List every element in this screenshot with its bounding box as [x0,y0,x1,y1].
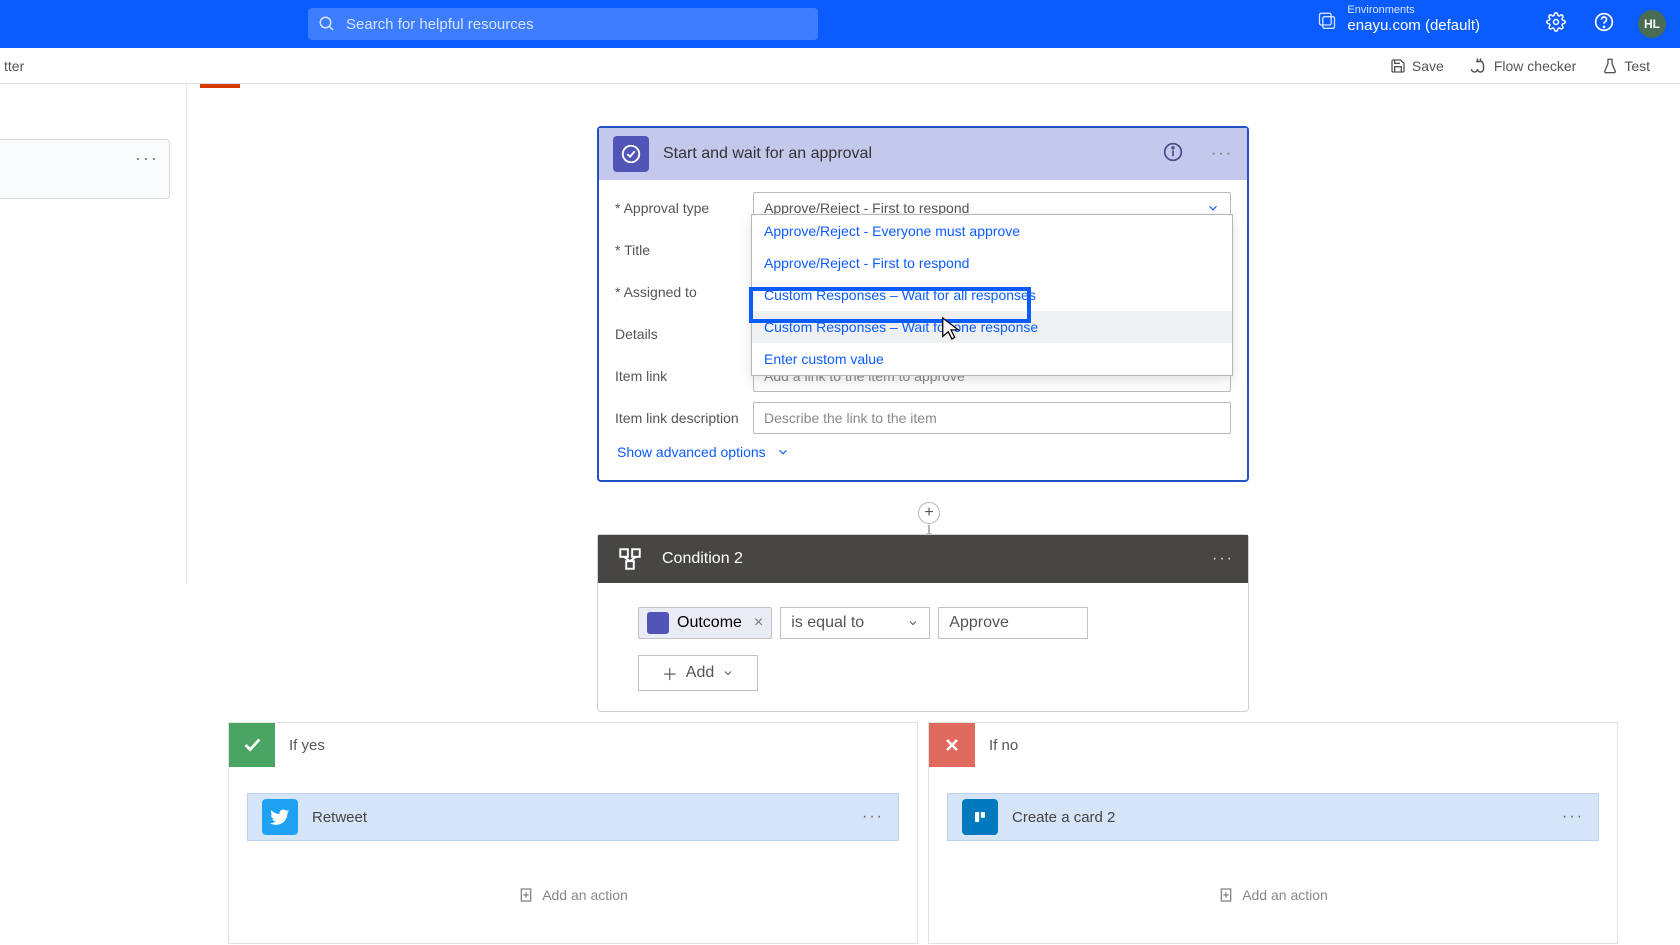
avatar[interactable]: HL [1638,10,1666,38]
approval-header[interactable]: Start and wait for an approval ··· [599,128,1247,180]
suite-bar: Environments enayu.com (default) HL [0,0,1680,48]
search-input[interactable] [346,16,818,33]
more-icon[interactable]: ··· [135,148,159,169]
if-yes-header[interactable]: If yes [229,723,917,767]
add-label: Add [686,664,714,682]
test-label: Test [1624,58,1650,74]
designer-canvas[interactable]: ··· Start and wait for an approval ··· A… [0,84,1680,945]
condition-card: Condition 2 ··· Outcome × is equal to Ap… [597,534,1249,712]
save-label: Save [1412,58,1444,74]
close-icon [929,723,975,767]
assigned-to-label: Assigned to [615,284,697,300]
if-yes-branch: If yes Retweet ··· Add an action [228,722,918,944]
retweet-action-card[interactable]: Retweet ··· [247,793,899,841]
divider [186,84,187,584]
create-card-action-card[interactable]: Create a card 2 ··· [947,793,1599,841]
search-box[interactable] [308,8,818,40]
environment-label: Environments [1347,4,1480,17]
beaker-icon [1602,58,1618,74]
add-action-label: Add an action [542,887,628,903]
gear-icon[interactable] [1546,12,1566,32]
flow-checker-label: Flow checker [1494,58,1576,74]
save-button[interactable]: Save [1390,57,1444,75]
dropdown-option[interactable]: Approve/Reject - First to respond [752,247,1232,279]
show-advanced-label: Show advanced options [617,444,766,460]
connector: + ↓ [918,502,940,536]
condition-header[interactable]: Condition 2 ··· [598,535,1248,583]
selected-tab-indicator [200,84,240,88]
more-icon[interactable]: ··· [1211,145,1233,163]
add-action-button[interactable]: Add an action [947,887,1599,903]
approvals-icon [613,136,649,172]
chevron-down-icon [776,445,790,459]
condition-icon [612,541,648,577]
info-icon[interactable] [1163,142,1183,167]
environment-icon [1317,10,1337,30]
condition-left-token[interactable]: Outcome × [638,607,772,639]
command-bar: tter Save Flow checker Test [0,48,1680,84]
remove-token-icon[interactable]: × [754,614,763,632]
title-label: Title [615,242,650,258]
show-advanced-toggle[interactable]: Show advanced options [615,444,1231,460]
dropdown-option-custom[interactable]: Enter custom value [752,343,1232,375]
add-action-label: Add an action [1242,887,1328,903]
approval-type-label: Approval type [615,200,709,216]
add-action-button[interactable]: Add an action [247,887,899,903]
token-label: Outcome [677,614,742,632]
approval-type-dropdown: Approve/Reject - Everyone must approve A… [751,214,1233,376]
collapsed-prior-step[interactable]: ··· [0,139,170,199]
condition-value-input[interactable]: Approve [938,607,1088,639]
dropdown-option[interactable]: Approve/Reject - Everyone must approve [752,215,1232,247]
if-no-title: If no [989,737,1018,754]
if-no-branch: If no Create a card 2 ··· Add an action [928,722,1618,944]
trello-icon [962,799,998,835]
help-icon[interactable] [1594,12,1614,32]
save-icon [1390,58,1406,74]
more-icon[interactable]: ··· [862,808,884,826]
action-title: Create a card 2 [1012,809,1548,826]
chevron-down-icon [722,667,734,679]
add-condition-button[interactable]: ＋ Add [638,655,758,691]
if-no-header[interactable]: If no [929,723,1617,767]
chevron-down-icon [907,617,919,629]
item-link-desc-label: Item link description [615,410,739,426]
plus-icon: ＋ [662,661,678,685]
search-icon [318,15,336,33]
test-button[interactable]: Test [1602,57,1650,75]
more-icon[interactable]: ··· [1562,808,1584,826]
condition-value: Approve [949,614,1009,632]
environment-value: enayu.com (default) [1347,17,1480,35]
condition-operator-select[interactable]: is equal to [780,607,930,639]
approvals-token-icon [647,612,669,634]
operator-value: is equal to [791,614,864,632]
action-title: Retweet [312,809,848,826]
chevron-down-icon [1206,201,1220,215]
condition-title: Condition 2 [662,550,1198,568]
item-link-label: Item link [615,368,667,384]
flow-checker-button[interactable]: Flow checker [1470,57,1576,75]
environment-picker[interactable]: Environments enayu.com (default) [1317,4,1480,35]
details-label: Details [615,326,658,342]
more-icon[interactable]: ··· [1212,550,1234,568]
item-link-desc-input[interactable]: Describe the link to the item [753,402,1231,434]
twitter-icon [262,799,298,835]
breadcrumb-fragment: tter [4,58,24,74]
if-yes-title: If yes [289,737,325,754]
dropdown-option[interactable]: Custom Responses – Wait for one response [752,311,1232,343]
add-action-icon [1218,887,1234,903]
approval-title: Start and wait for an approval [663,145,1149,163]
flow-checker-icon [1470,57,1488,75]
dropdown-option[interactable]: Custom Responses – Wait for all response… [752,279,1232,311]
check-icon [229,723,275,767]
add-action-icon [518,887,534,903]
